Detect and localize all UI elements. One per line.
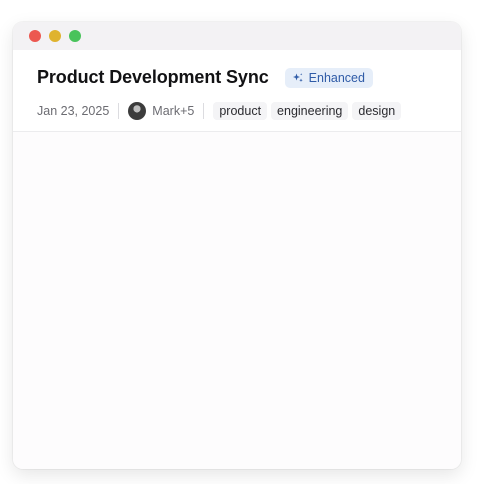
participant-name: Mark: [152, 104, 181, 118]
tag-product[interactable]: product: [213, 102, 268, 120]
title-row: Product Development Sync Enhanced: [37, 67, 437, 88]
close-window-button[interactable]: [29, 30, 41, 42]
sparkle-icon: [292, 72, 304, 84]
divider: [118, 103, 120, 119]
app-window: Product Development Sync Enhanced Jan 23…: [13, 22, 461, 469]
note-header: Product Development Sync Enhanced Jan 23…: [13, 50, 461, 132]
badge-label: Enhanced: [308, 70, 365, 85]
minimize-window-button[interactable]: [49, 30, 61, 42]
divider: [203, 103, 205, 119]
enhanced-badge[interactable]: Enhanced: [284, 67, 373, 88]
title-bar: [13, 22, 461, 50]
note-date[interactable]: Jan 23, 2025: [37, 104, 109, 118]
note-body[interactable]: [13, 132, 461, 469]
tag-design[interactable]: design: [352, 102, 402, 120]
page-title[interactable]: Product Development Sync: [37, 67, 269, 88]
participants[interactable]: Mark +5: [128, 102, 194, 120]
meta-row: Jan 23, 2025 Mark +5 product engineering…: [37, 102, 437, 120]
tag-engineering[interactable]: engineering: [271, 102, 349, 120]
zoom-window-button[interactable]: [69, 30, 81, 42]
avatar: [128, 102, 147, 120]
tag-list: product engineering design: [213, 102, 402, 120]
participant-extra-count: +5: [180, 104, 195, 118]
